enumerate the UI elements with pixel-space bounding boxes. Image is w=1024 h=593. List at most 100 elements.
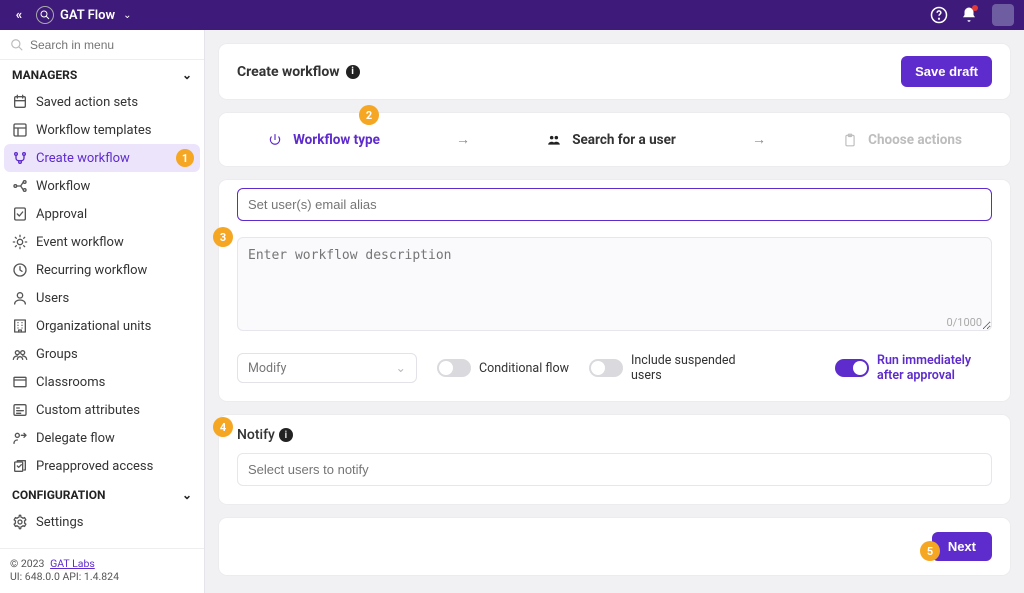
create-icon (12, 150, 28, 166)
step-label: Workflow type (293, 132, 380, 148)
groups-icon (12, 346, 28, 362)
step-choose-actions[interactable]: Choose actions (842, 132, 962, 148)
notifications-icon[interactable] (958, 4, 980, 26)
step-separator: → (456, 131, 470, 148)
copyright-text: © 2023 (10, 557, 44, 570)
section-configuration[interactable]: CONFIGURATION ⌄ (0, 480, 204, 508)
collapse-sidebar-icon[interactable]: « (10, 8, 28, 23)
menu-search[interactable] (0, 30, 204, 60)
app-logo-icon (36, 6, 54, 24)
section-managers[interactable]: MANAGERS ⌄ (0, 60, 204, 88)
recurring-icon (12, 262, 28, 278)
annotation-badge-1: 1 (176, 149, 194, 167)
event-icon (12, 234, 28, 250)
annotation-badge-4: 4 (213, 417, 233, 437)
toggle-switch[interactable] (437, 359, 471, 377)
char-counter: 0/1000 (947, 316, 982, 329)
saved-sets-icon (12, 94, 28, 110)
sidebar-item-label: Groups (36, 347, 78, 362)
notification-indicator (972, 5, 978, 11)
notify-title: Notify (237, 427, 275, 443)
sidebar-item-label: Delegate flow (36, 431, 115, 446)
workflow-icon (12, 178, 28, 194)
sidebar-item-workflow[interactable]: Workflow (0, 172, 204, 200)
users-icon (546, 132, 562, 148)
description-textarea[interactable] (237, 237, 992, 331)
toggle-include-suspended[interactable]: Include suspended users (589, 353, 746, 383)
topbar: « GAT Flow ⌄ (0, 0, 1024, 30)
step-label: Choose actions (868, 132, 962, 148)
sidebar-item-templates[interactable]: Workflow templates (0, 116, 204, 144)
sidebar-item-users[interactable]: Users (0, 284, 204, 312)
users-icon (12, 290, 28, 306)
sidebar-item-org[interactable]: Organizational units (0, 312, 204, 340)
sidebar-footer: © 2023 GAT Labs UI: 648.0.0 API: 1.4.824 (0, 548, 204, 593)
save-draft-button[interactable]: Save draft (901, 56, 992, 87)
sidebar-item-label: Organizational units (36, 319, 151, 334)
sidebar-item-settings[interactable]: Settings (0, 508, 204, 536)
workflow-steps: 2 Workflow type → Search for a user → (219, 113, 1010, 166)
toggle-switch[interactable] (589, 359, 623, 377)
clipboard-icon (842, 132, 858, 148)
sidebar-item-label: Create workflow (36, 151, 130, 166)
notify-users-input[interactable] (237, 453, 992, 486)
sidebar-item-saved-sets[interactable]: Saved action sets (0, 88, 204, 116)
step-search-user[interactable]: Search for a user (546, 132, 676, 148)
chevron-down-icon: ⌄ (396, 360, 406, 376)
annotation-badge-3: 3 (213, 227, 233, 247)
toggle-run-immediately[interactable]: Run immediately after approval (835, 353, 992, 383)
sidebar-item-label: Settings (36, 515, 83, 530)
sidebar-item-event[interactable]: Event workflow (0, 228, 204, 256)
sidebar-item-groups[interactable]: Groups (0, 340, 204, 368)
toggle-label: Include suspended users (631, 353, 746, 383)
annotation-badge-2: 2 (359, 105, 379, 125)
info-icon[interactable]: i (346, 65, 360, 79)
sidebar-item-create[interactable]: Create workflow 1 (4, 144, 200, 172)
search-icon (10, 38, 24, 52)
select-value: Modify (248, 361, 286, 376)
sidebar-item-custom[interactable]: Custom attributes (0, 396, 204, 424)
toggle-label: Conditional flow (479, 361, 569, 376)
user-avatar[interactable] (992, 4, 1014, 26)
help-icon[interactable] (928, 4, 950, 26)
sidebar-item-label: Preapproved access (36, 459, 153, 474)
company-link[interactable]: GAT Labs (50, 557, 95, 570)
sidebar-item-label: Approval (36, 207, 87, 222)
sidebar-item-label: Custom attributes (36, 403, 140, 418)
toggle-label: Run immediately after approval (877, 353, 992, 383)
sidebar-item-label: Classrooms (36, 375, 105, 390)
org-icon (12, 318, 28, 334)
footer-card: Next (219, 518, 1010, 575)
chevron-down-icon: ⌄ (123, 10, 131, 21)
next-button[interactable]: Next (932, 532, 992, 561)
sidebar-item-label: Users (36, 291, 69, 306)
toggle-switch[interactable] (835, 359, 869, 377)
approval-icon (12, 206, 28, 222)
sidebar-item-recurring[interactable]: Recurring workflow (0, 256, 204, 284)
sidebar-item-label: Event workflow (36, 235, 124, 250)
settings-icon (12, 514, 28, 530)
sidebar-item-label: Recurring workflow (36, 263, 147, 278)
notify-card: Notify i (219, 415, 1010, 504)
power-icon (267, 132, 283, 148)
sidebar-item-delegate[interactable]: Delegate flow (0, 424, 204, 452)
section-managers-label: MANAGERS (12, 68, 77, 82)
toggle-conditional-flow[interactable]: Conditional flow (437, 359, 569, 377)
chevron-down-icon: ⌄ (182, 68, 192, 82)
page-header-card: Create workflow i Save draft (219, 44, 1010, 99)
email-alias-input[interactable] (237, 188, 992, 221)
info-icon[interactable]: i (279, 428, 293, 442)
sidebar-item-approval[interactable]: Approval (0, 200, 204, 228)
step-workflow-type[interactable]: Workflow type (267, 132, 380, 148)
sidebar-item-label: Saved action sets (36, 95, 138, 110)
sidebar-item-preapproved[interactable]: Preapproved access (0, 452, 204, 480)
app-switcher[interactable]: GAT Flow ⌄ (36, 6, 132, 24)
annotation-badge-5: 5 (920, 541, 940, 561)
sidebar-item-label: Workflow (36, 179, 90, 194)
sidebar-item-classrooms[interactable]: Classrooms (0, 368, 204, 396)
app-name: GAT Flow (60, 8, 115, 23)
workflow-form-card: 0/1000 Modify ⌄ Conditional flow Include… (219, 180, 1010, 401)
chevron-down-icon: ⌄ (182, 488, 192, 502)
workflow-type-select[interactable]: Modify ⌄ (237, 353, 417, 383)
menu-search-input[interactable] (30, 38, 194, 52)
